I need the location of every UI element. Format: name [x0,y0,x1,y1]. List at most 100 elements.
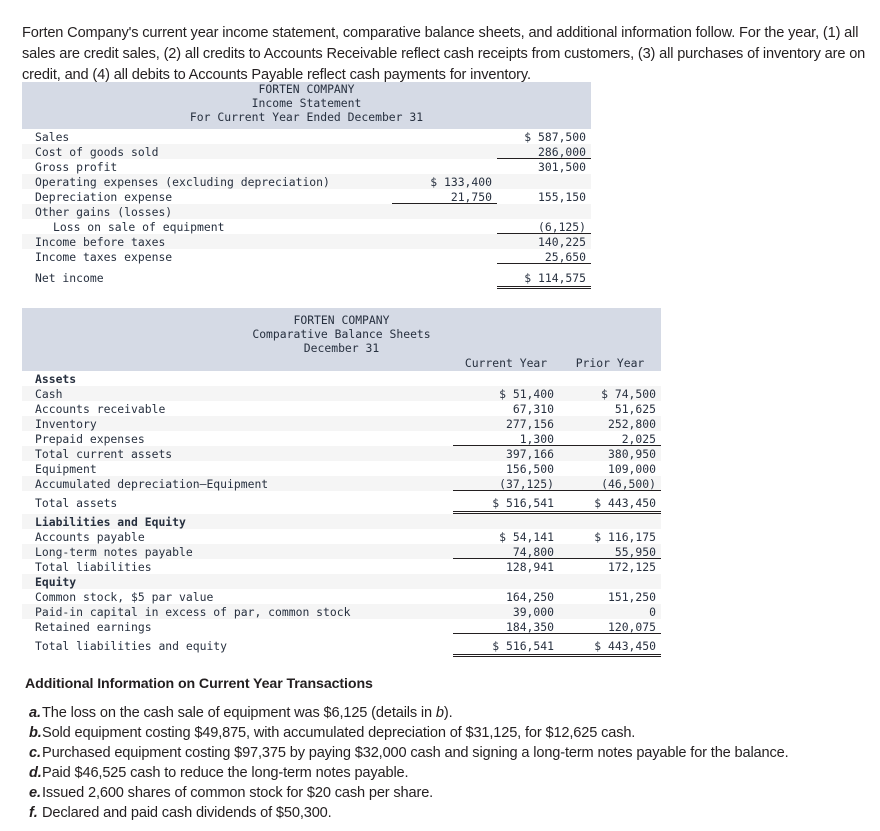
list-item: e.Issued 2,600 shares of common stock fo… [29,784,874,804]
income-statement-title-row: Income Statement [22,96,592,110]
table-row: Gross profit 301,500 [22,159,592,174]
table-row: Accumulated depreciation—Equipment (37,1… [22,476,661,491]
row-current: 128,941 [453,559,559,574]
income-statement-title: Income Statement [22,96,592,110]
table-row: Other gains (losses) [22,204,592,219]
row-current: 277,156 [453,416,559,431]
list-item-text: Declared and paid cash dividends of $50,… [42,804,332,821]
row-label: Accumulated depreciation—Equipment [22,476,453,491]
row-label: Common stock, $5 par value [22,589,453,604]
row-col1 [392,270,497,285]
list-item-text: Purchased equipment costing $97,375 by p… [42,744,789,761]
row-prior: (46,500) [559,476,661,491]
row-prior: $ 443,450 [559,495,661,510]
table-row: Income taxes expense 25,650 [22,249,592,264]
balance-sheet-column-headers: Current Year Prior Year [22,355,661,371]
balance-sheet-company-row: FORTEN COMPANY [22,313,661,327]
table-row: Cash $ 51,400 $ 74,500 [22,386,661,401]
row-col2: $ 587,500 [497,129,592,144]
row-col1: 21,750 [392,189,497,204]
row-current: 67,310 [453,401,559,416]
income-statement-period: For Current Year Ended December 31 [22,110,592,124]
row-col1 [392,204,497,219]
table-row: Total liabilities 128,941 172,125 [22,559,661,574]
row-prior: 151,250 [559,589,661,604]
table-row: Paid-in capital in excess of par, common… [22,604,661,619]
table-row: Equity [22,574,661,589]
balance-sheet-title: Comparative Balance Sheets [22,327,661,341]
list-item-text: Sold equipment costing $49,875, with acc… [42,724,636,741]
row-prior: $ 443,450 [559,638,661,653]
row-label: Net income [22,270,392,285]
list-item: c.Purchased equipment costing $97,375 by… [29,744,874,764]
balance-sheet-period-row: December 31 [22,341,661,355]
row-current: 156,500 [453,461,559,476]
column-header-current-year: Current Year [453,355,559,371]
row-current [453,371,559,386]
list-item-marker: e. [29,784,41,801]
list-item-emphasis: b [435,705,444,721]
table-row: Total liabilities and equity $ 516,541 $… [22,638,661,653]
row-label: Operating expenses (excluding depreciati… [22,174,392,189]
table-row: Equipment 156,500 109,000 [22,461,661,476]
row-label: Accounts payable [22,529,453,544]
row-prior: 172,125 [559,559,661,574]
intro-paragraph: Forten Company's current year income sta… [22,24,866,83]
row-current [453,574,559,589]
row-label: Income taxes expense [22,249,392,264]
row-col2 [497,204,592,219]
row-prior: 51,625 [559,401,661,416]
row-col1: $ 133,400 [392,174,497,189]
table-row: Accounts payable $ 54,141 $ 116,175 [22,529,661,544]
row-prior: 0 [559,604,661,619]
balance-sheet-title-row: Comparative Balance Sheets [22,327,661,341]
row-prior: $ 116,175 [559,529,661,544]
row-col2: 25,650 [497,249,592,264]
table-row: Common stock, $5 par value 164,250 151,2… [22,589,661,604]
row-label: Total liabilities [22,559,453,574]
row-label: Inventory [22,416,453,431]
row-prior: 380,950 [559,446,661,461]
row-prior [559,371,661,386]
additional-info-heading: Additional Information on Current Year T… [25,676,373,692]
row-current: 397,166 [453,446,559,461]
row-current: $ 54,141 [453,529,559,544]
row-current: $ 516,541 [453,495,559,510]
income-statement-company-row: FORTEN COMPANY [22,82,592,96]
row-col1 [392,234,497,249]
table-row: Operating expenses (excluding depreciati… [22,174,592,189]
row-current: 39,000 [453,604,559,619]
row-label: Total assets [22,495,453,510]
income-statement-period-row: For Current Year Ended December 31 [22,110,592,124]
list-item-marker: a. [29,705,41,721]
row-label: Other gains (losses) [22,204,392,219]
additional-info-list: a.The loss on the cash sale of equipment… [29,704,874,823]
table-row: Loss on sale of equipment (6,125) [22,219,592,234]
list-item: b.Sold equipment costing $49,875, with a… [29,724,874,744]
row-label: Gross profit [22,159,392,174]
table-row: Prepaid expenses 1,300 2,025 [22,431,661,446]
list-item-text: Issued 2,600 shares of common stock for … [42,784,434,801]
row-prior [559,514,661,529]
list-item-marker: f. [29,804,38,821]
table-row: Assets [22,371,661,386]
list-item-text: The loss on the cash sale of equipment w… [42,705,436,721]
table-row: Long-term notes payable 74,800 55,950 [22,544,661,559]
row-current: 164,250 [453,589,559,604]
row-col1 [392,159,497,174]
row-prior: 55,950 [559,544,661,559]
row-prior: 120,075 [559,619,661,634]
list-item: d.Paid $46,525 cash to reduce the long-t… [29,764,874,784]
row-label: Retained earnings [22,619,453,634]
balance-sheet-company: FORTEN COMPANY [22,313,661,327]
row-col2: 140,225 [497,234,592,249]
income-statement-company: FORTEN COMPANY [22,82,592,96]
row-label: Prepaid expenses [22,431,453,446]
table-row: Sales $ 587,500 [22,129,592,144]
list-item-text-end: ). [443,705,453,721]
list-item-marker: c. [29,744,41,761]
row-current: $ 51,400 [453,386,559,401]
table-row: Total assets $ 516,541 $ 443,450 [22,495,661,510]
table-row: Accounts receivable 67,310 51,625 [22,401,661,416]
table-row: Total current assets 397,166 380,950 [22,446,661,461]
